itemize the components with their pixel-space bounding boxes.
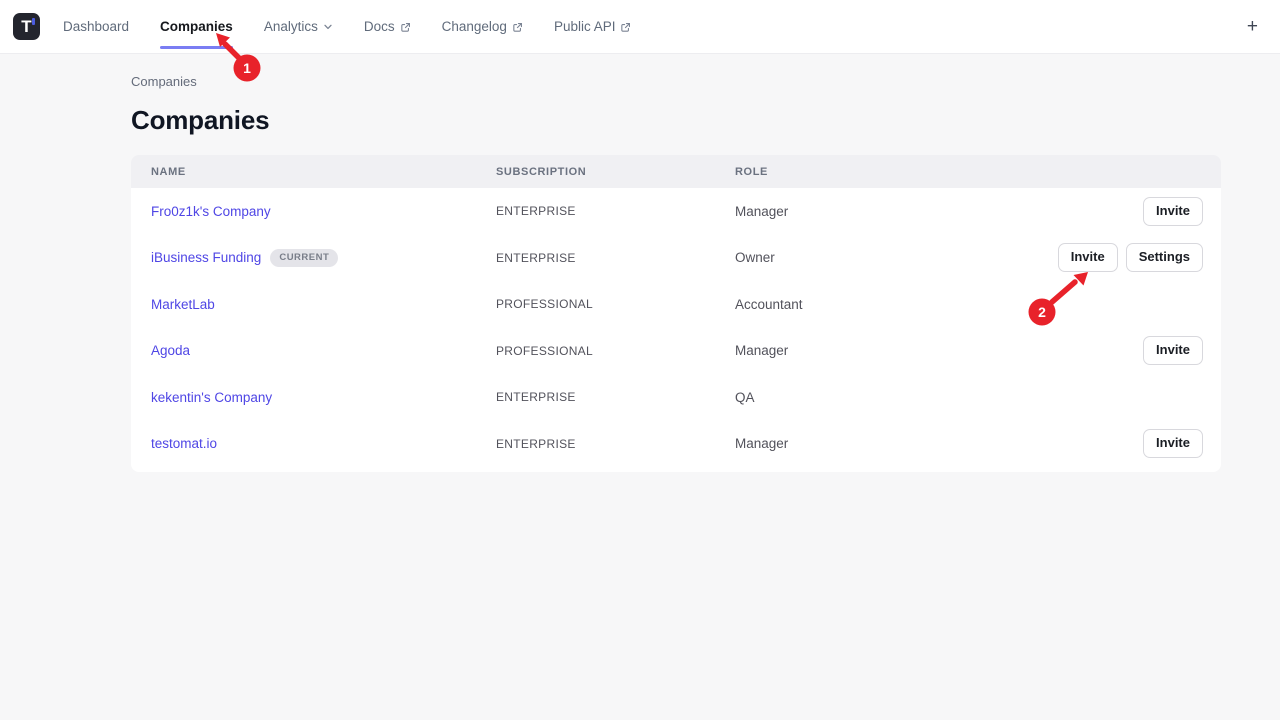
external-link-icon [400,22,411,33]
nav-item-changelog[interactable]: Changelog [442,0,523,53]
nav-item-label: Changelog [442,19,507,34]
nav-item-analytics[interactable]: Analytics [264,0,333,53]
subscription-cell: ENTERPRISE [496,251,735,265]
company-link[interactable]: testomat.io [151,436,217,451]
invite-button[interactable]: Invite [1143,336,1203,365]
table-row: kekentin's Company ENTERPRISEQA [131,374,1221,421]
table-row: testomat.io ENTERPRISEManagerInvite [131,421,1221,468]
column-header-subscription: SUBSCRIPTION [496,166,735,178]
table-body: Fro0z1k's CompanyENTERPRISEManagerInvite… [131,188,1221,472]
invite-button[interactable]: Invite [1058,243,1118,272]
role-cell: Manager [735,436,1143,451]
top-navbar: T Dashboard Companies Analytics Docs Changel… [0,0,1280,54]
company-name-cell: MarketLab [131,297,496,312]
logo-tick-icon [32,18,35,25]
invite-button[interactable]: Invite [1143,197,1203,226]
subscription-cell: ENTERPRISE [496,204,735,218]
company-link[interactable]: iBusiness Funding [151,250,261,265]
subscription-cell: ENTERPRISE [496,390,735,404]
chevron-down-icon [323,22,333,32]
nav-item-label: Docs [364,19,395,34]
row-actions: Invite [1143,336,1221,365]
company-name-cell: kekentin's Company [131,390,496,405]
breadcrumb[interactable]: Companies [131,74,197,89]
row-actions: Invite [1143,197,1221,226]
settings-button[interactable]: Settings [1126,243,1203,272]
company-link[interactable]: Agoda [151,343,190,358]
page-title: Companies [131,105,269,136]
table-row: MarketLab PROFESSIONALAccountant [131,281,1221,328]
nav-item-docs[interactable]: Docs [364,0,411,53]
subscription-cell: PROFESSIONAL [496,344,735,358]
table-row: iBusiness Funding CURRENT ENTERPRISEOwnerI… [131,235,1221,282]
table-row: Agoda PROFESSIONALManagerInvite [131,328,1221,375]
role-cell: Manager [735,204,1143,219]
role-cell: Accountant [735,297,1203,312]
role-cell: Owner [735,250,1058,265]
nav-item-public-api[interactable]: Public API [554,0,632,53]
nav-item-label: Public API [554,19,616,34]
company-name-cell: Fro0z1k's Company [131,204,496,219]
subscription-cell: ENTERPRISE [496,437,735,451]
app-logo[interactable]: T [13,13,40,40]
company-link[interactable]: MarketLab [151,297,215,312]
nav-item-companies[interactable]: Companies [160,0,233,53]
page-content: Companies Companies NAME SUBSCRIPTION RO… [0,54,1280,720]
external-link-icon [512,22,523,33]
nav-item-dashboard[interactable]: Dashboard [63,0,129,53]
row-actions: Invite Settings [1058,243,1221,272]
add-company-button[interactable]: + [1241,13,1264,40]
subscription-cell: PROFESSIONAL [496,297,735,311]
nav-items: Dashboard Companies Analytics Docs Changelog… [63,0,631,53]
external-link-icon [620,22,631,33]
table-header-row: NAME SUBSCRIPTION ROLE [131,155,1221,188]
current-company-badge: CURRENT [270,249,338,267]
column-header-role: ROLE [735,166,1221,178]
table-row: Fro0z1k's Company ENTERPRISEManagerInvite [131,188,1221,235]
nav-item-label: Analytics [264,19,318,34]
company-name-cell: iBusiness Funding CURRENT [131,249,496,267]
nav-item-label: Companies [160,19,233,34]
app-logo-letter: T [21,17,31,37]
company-name-cell: testomat.io [131,436,496,451]
app-window: T Dashboard Companies Analytics Docs Changel… [0,0,1280,720]
invite-button[interactable]: Invite [1143,429,1203,458]
row-actions: Invite [1143,429,1221,458]
role-cell: Manager [735,343,1143,358]
company-link[interactable]: kekentin's Company [151,390,272,405]
role-cell: QA [735,390,1203,405]
company-name-cell: Agoda [131,343,496,358]
nav-item-label: Dashboard [63,19,129,34]
company-link[interactable]: Fro0z1k's Company [151,204,271,219]
column-header-name: NAME [131,166,496,178]
companies-table: NAME SUBSCRIPTION ROLE Fro0z1k's Company… [131,155,1221,472]
